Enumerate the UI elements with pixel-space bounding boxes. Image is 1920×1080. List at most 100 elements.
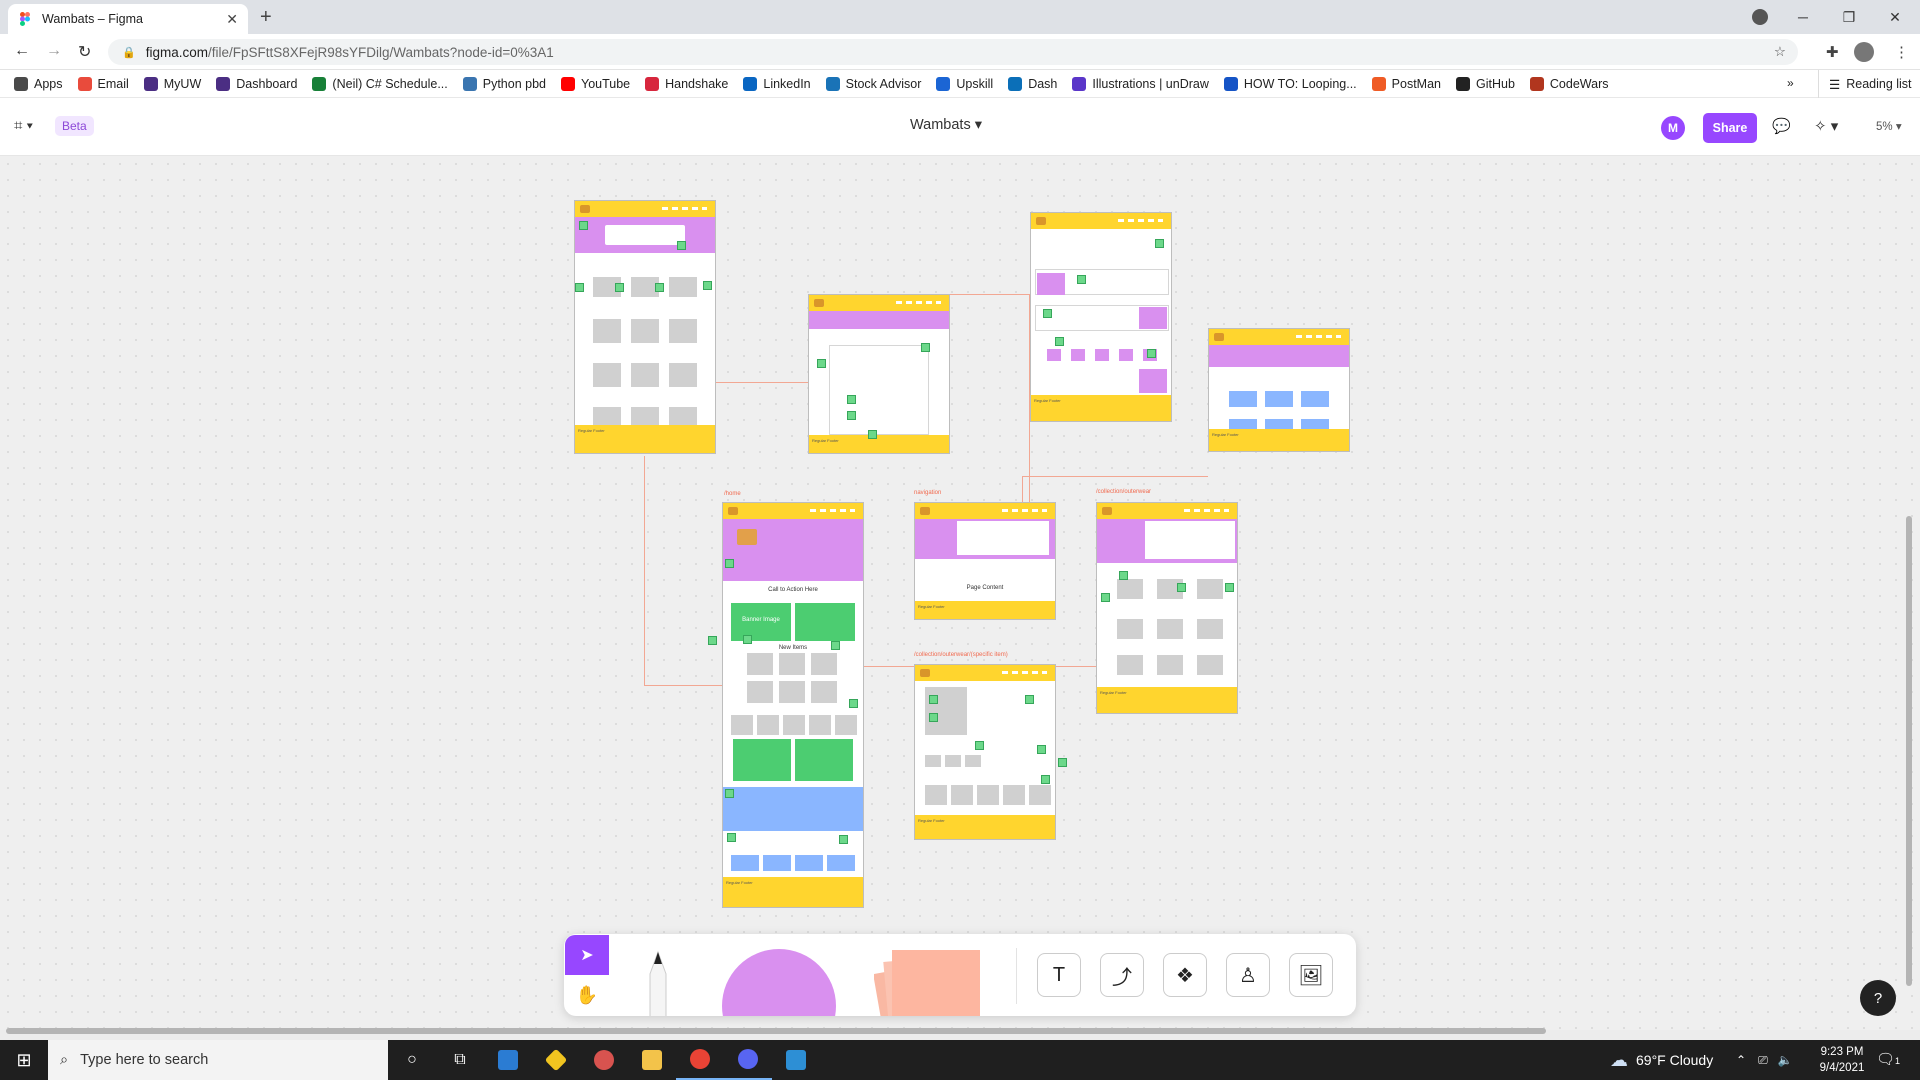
frame-navigation[interactable]: Page Content Regular Footer xyxy=(914,502,1056,620)
sticky-note[interactable] xyxy=(725,559,734,568)
discord-icon[interactable] xyxy=(724,1040,772,1080)
sparkle-icon[interactable]: ✧ ▾ xyxy=(1814,117,1838,135)
sticky-note-tool-icon[interactable] xyxy=(873,948,980,1016)
sticky-note[interactable] xyxy=(615,283,624,292)
network-icon[interactable]: ⎚ xyxy=(1758,1053,1768,1068)
sticky-note[interactable] xyxy=(703,281,712,290)
user-avatar[interactable]: M xyxy=(1661,116,1685,140)
sticky-note[interactable] xyxy=(929,695,938,704)
sticky-note[interactable] xyxy=(921,343,930,352)
help-icon[interactable]: ? xyxy=(1860,980,1896,1016)
select-tool-icon[interactable]: ➤ xyxy=(565,935,609,975)
sticky-note[interactable] xyxy=(1101,593,1110,602)
image-tool-icon[interactable]: 🖼 xyxy=(1289,953,1333,997)
back-icon[interactable]: ← xyxy=(14,42,30,60)
bookmark-2[interactable]: MyUW xyxy=(143,76,201,91)
app-icon[interactable] xyxy=(580,1040,628,1080)
bookmark-9[interactable]: Stock Advisor xyxy=(825,76,921,91)
new-tab-icon[interactable]: + xyxy=(260,6,272,29)
restore-icon[interactable]: ❐ xyxy=(1826,9,1872,26)
photos-icon[interactable] xyxy=(772,1040,820,1080)
sticky-note[interactable] xyxy=(817,359,826,368)
stamp-tool-icon[interactable]: ♙ xyxy=(1226,953,1270,997)
chrome-icon[interactable] xyxy=(676,1040,724,1080)
volume-icon[interactable]: 🔈 xyxy=(1778,1053,1793,1067)
weather-widget[interactable]: ☁ 69°F Cloudy xyxy=(1610,1040,1713,1080)
bookmark-15[interactable]: GitHub xyxy=(1456,76,1515,91)
sticky-note[interactable] xyxy=(868,430,877,439)
bookmark-star-icon[interactable]: ☆ xyxy=(1774,44,1786,60)
task-view-icon[interactable]: ⧉ xyxy=(436,1040,484,1080)
close-window-icon[interactable]: ✕ xyxy=(1872,9,1918,26)
sticky-note[interactable] xyxy=(1055,337,1064,346)
frame-list[interactable]: Regular Footer xyxy=(808,294,950,454)
reading-list-button[interactable]: ☰ Reading list xyxy=(1818,70,1912,98)
tray-chevron-icon[interactable]: ⌃ xyxy=(1736,1053,1746,1067)
bookmark-16[interactable]: CodeWars xyxy=(1529,76,1609,91)
frame-product-item[interactable]: Regular Footer xyxy=(914,664,1056,840)
sticky-note[interactable] xyxy=(831,641,840,650)
sticky-note[interactable] xyxy=(1225,583,1234,592)
file-explorer-icon[interactable] xyxy=(628,1040,676,1080)
tab-wambats-figma[interactable]: Wambats – Figma ✕ xyxy=(8,4,248,34)
bookmark-1[interactable]: Email xyxy=(77,76,129,91)
sticky-note[interactable] xyxy=(677,241,686,250)
bookmark-6[interactable]: YouTube xyxy=(561,76,630,91)
shape-tool-icon[interactable] xyxy=(722,949,836,1016)
frame-label-home[interactable]: /home xyxy=(724,491,741,497)
sticky-note[interactable] xyxy=(1177,583,1186,592)
bookmark-0[interactable]: Apps xyxy=(14,76,63,91)
sticky-note[interactable] xyxy=(1077,275,1086,284)
sticky-note[interactable] xyxy=(1037,745,1046,754)
bookmark-8[interactable]: LinkedIn xyxy=(743,76,811,91)
bookmark-4[interactable]: (Neil) C# Schedule... xyxy=(312,76,448,91)
frame-product-grid[interactable]: Regular Footer xyxy=(574,200,716,454)
sticky-note[interactable] xyxy=(847,411,856,420)
bookmark-3[interactable]: Dashboard xyxy=(216,76,297,91)
text-tool-icon[interactable]: T xyxy=(1037,953,1081,997)
chrome-profile-avatar[interactable] xyxy=(1854,42,1874,62)
figma-main-menu-icon[interactable]: ⌗ ▾ xyxy=(14,117,33,134)
bookmark-12[interactable]: Illustrations | unDraw xyxy=(1072,76,1209,91)
figma-canvas[interactable]: Regular Footer Regular Footer Regular Fo… xyxy=(0,156,1920,1030)
sticky-note[interactable] xyxy=(727,833,736,842)
sticky-note[interactable] xyxy=(1058,758,1067,767)
sticky-note[interactable] xyxy=(1147,349,1156,358)
file-name-dropdown[interactable]: Wambats ▾ xyxy=(910,117,982,133)
cortana-icon[interactable]: ○ xyxy=(388,1040,436,1080)
frame-label-navigation[interactable]: navigation xyxy=(914,490,941,496)
bookmark-10[interactable]: Upskill xyxy=(936,76,993,91)
bookmark-5[interactable]: Python pbd xyxy=(462,76,546,91)
address-bar[interactable]: 🔒 figma.com /file/FpSFttS8XFejR98sYFDilg… xyxy=(108,39,1798,65)
clock[interactable]: 9:23 PM 9/4/2021 xyxy=(1812,1044,1872,1076)
components-tool-icon[interactable]: ❖ xyxy=(1163,953,1207,997)
vscode-icon[interactable] xyxy=(484,1040,532,1080)
comment-icon[interactable]: 💬 xyxy=(1772,117,1791,135)
bookmark-7[interactable]: Handshake xyxy=(645,76,728,91)
sticky-note[interactable] xyxy=(743,635,752,644)
sticky-note[interactable] xyxy=(575,283,584,292)
connector-tool-icon[interactable]: ⤴ xyxy=(1100,953,1144,997)
zoom-dropdown[interactable]: 5% ▾ xyxy=(1876,119,1902,133)
sticky-note[interactable] xyxy=(1155,239,1164,248)
sticky-note[interactable] xyxy=(847,395,856,404)
minimize-icon[interactable]: ─ xyxy=(1780,9,1826,25)
sticky-note[interactable] xyxy=(579,221,588,230)
chrome-menu-icon[interactable]: ⋮ xyxy=(1894,43,1909,61)
frame-collection[interactable]: Regular Footer xyxy=(1096,502,1238,714)
frame-cards[interactable]: Regular Footer xyxy=(1208,328,1350,452)
reload-icon[interactable]: ↻ xyxy=(78,42,91,62)
taskbar-search[interactable]: ⌕ Type here to search xyxy=(48,1040,388,1080)
frame-label-collection[interactable]: /collection/outerwear xyxy=(1096,489,1151,495)
frame-label-product[interactable]: /collection/outerwear/(specific item) xyxy=(914,652,1008,658)
windows-start-icon[interactable]: ⊞ xyxy=(0,1040,48,1080)
share-button[interactable]: Share xyxy=(1703,113,1757,143)
sticky-note[interactable] xyxy=(839,835,848,844)
hand-tool-icon[interactable]: ✋ xyxy=(565,976,609,1014)
bookmark-11[interactable]: Dash xyxy=(1008,76,1057,91)
frame-home[interactable]: Call to Action Here Banner Image New Ite… xyxy=(722,502,864,908)
sticky-note[interactable] xyxy=(1119,571,1128,580)
bookmark-13[interactable]: HOW TO: Looping... xyxy=(1223,76,1357,91)
frame-about[interactable]: Regular Footer xyxy=(1030,212,1172,422)
sticky-note[interactable] xyxy=(929,713,938,722)
